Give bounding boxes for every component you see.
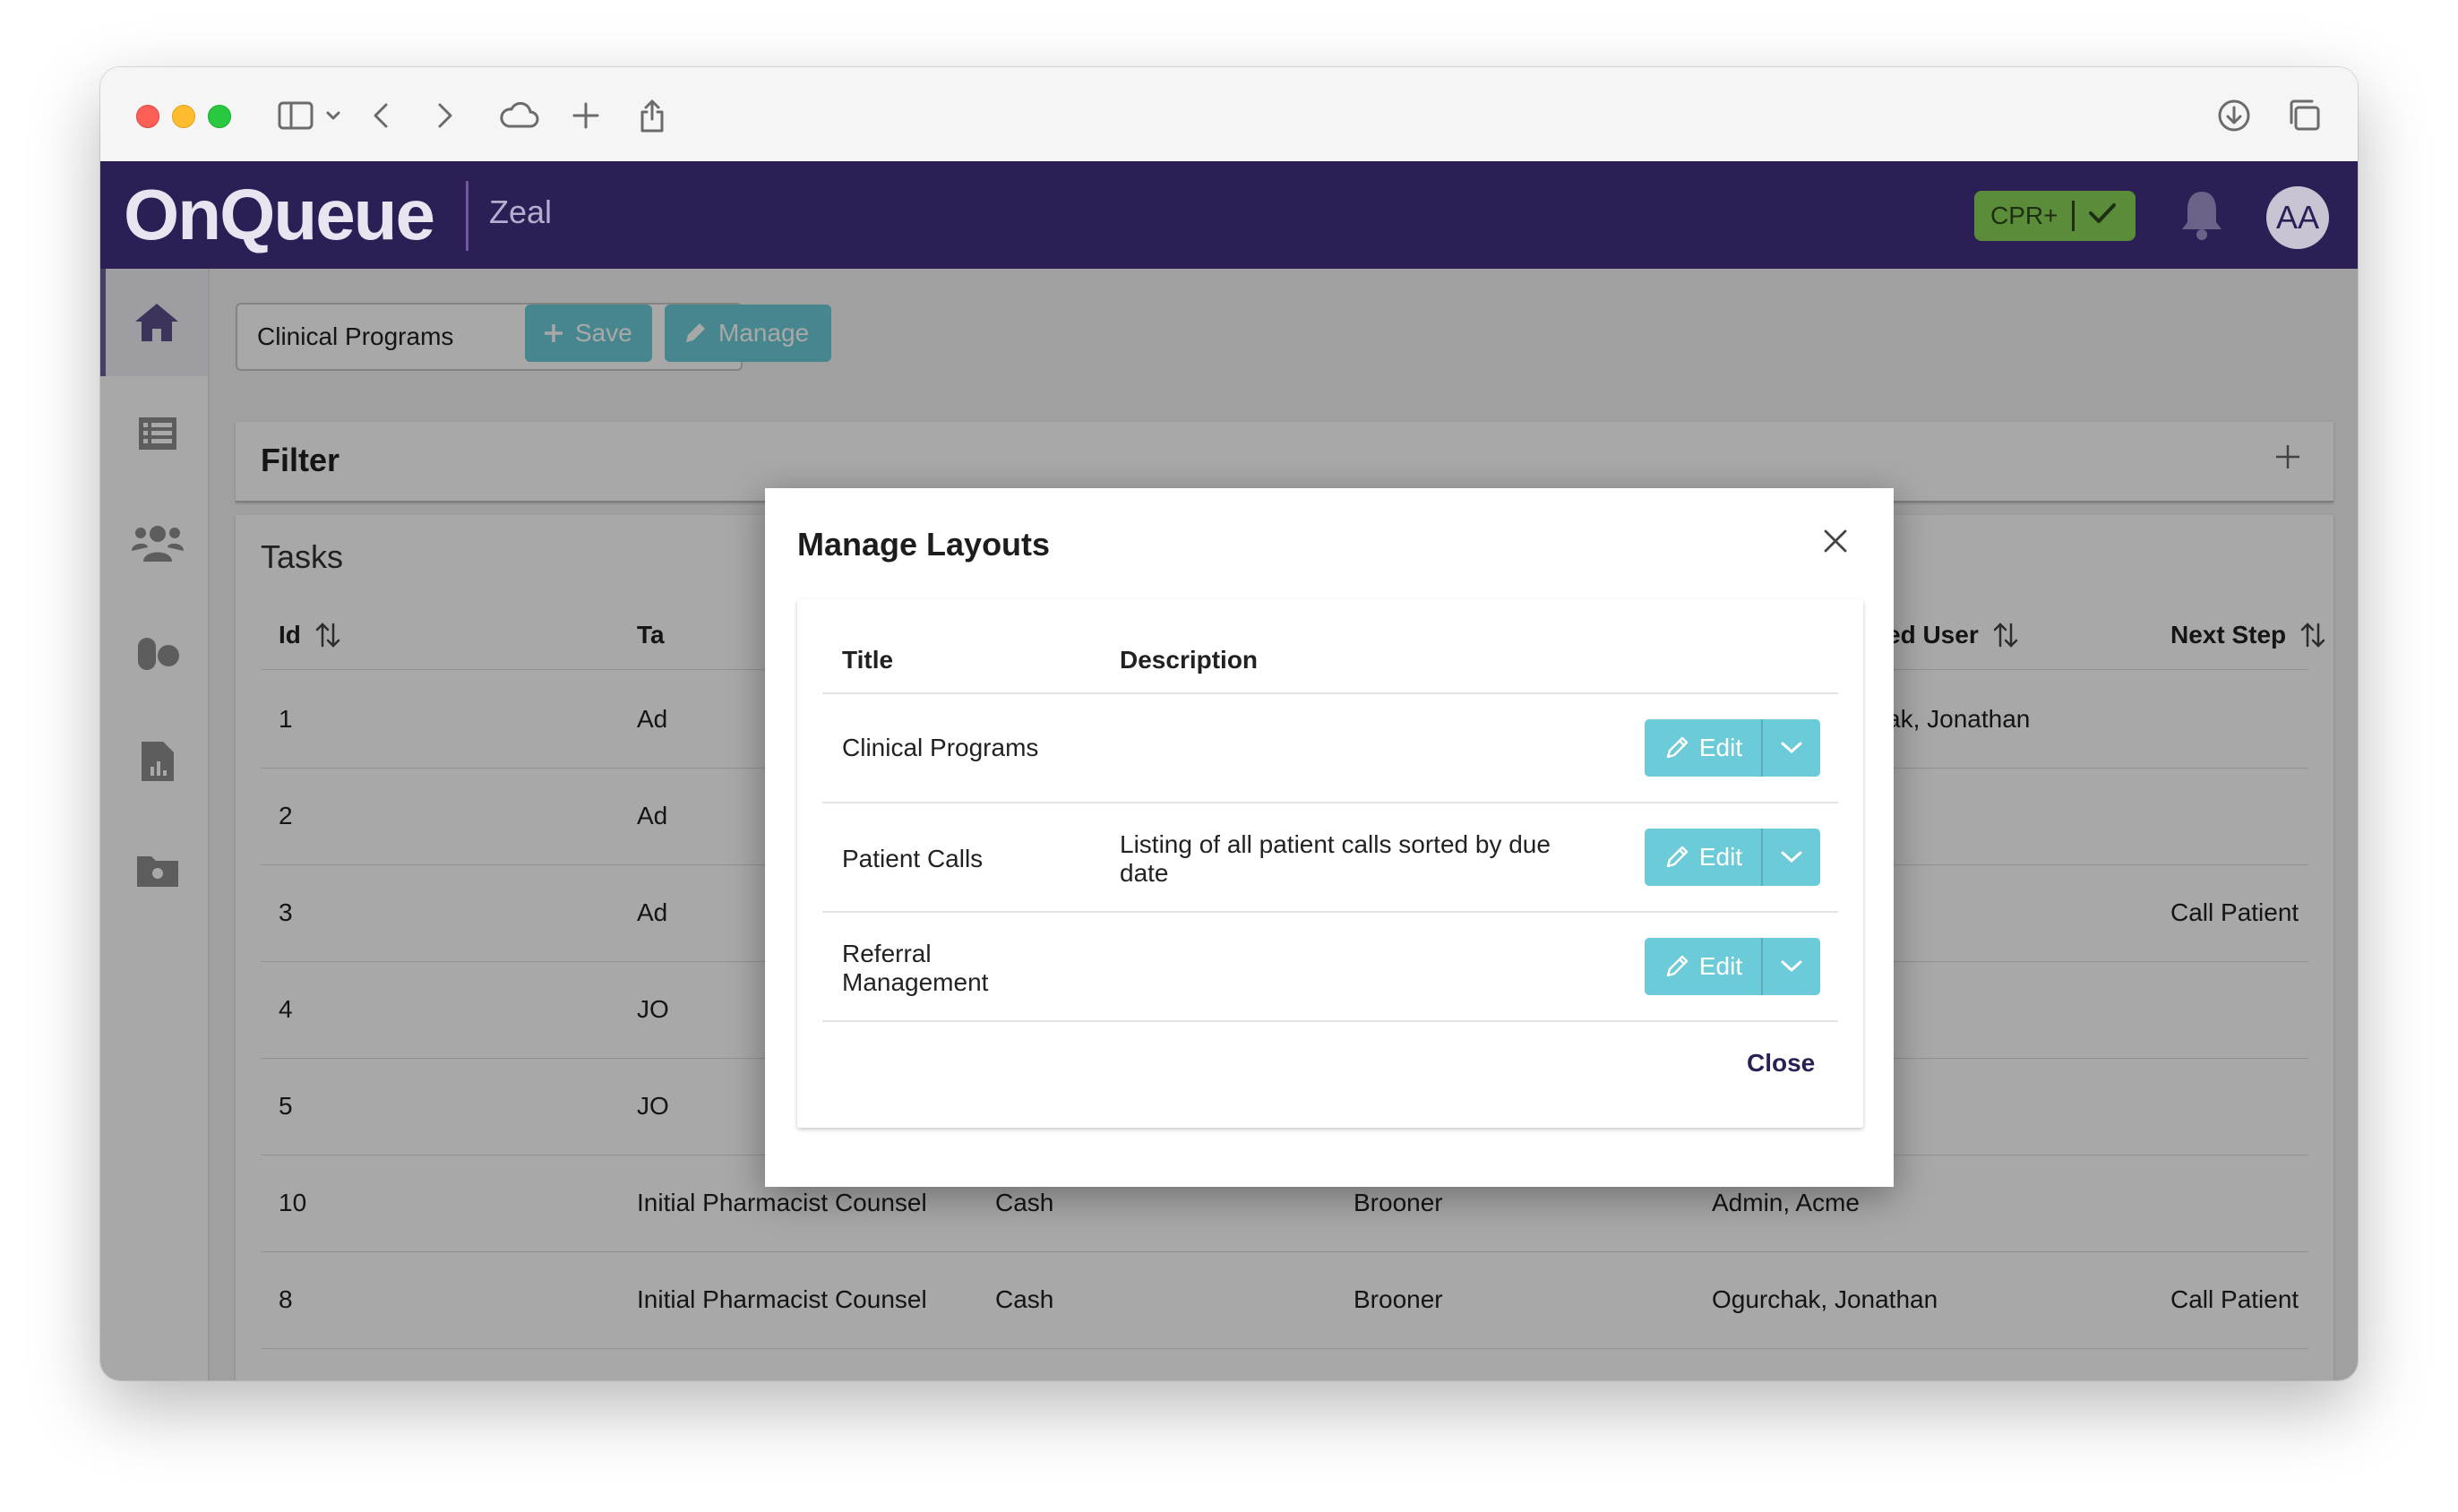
edit-button[interactable]: Edit <box>1645 829 1763 886</box>
chevron-down-icon <box>1781 960 1802 973</box>
table-divider <box>822 911 1838 913</box>
icloud-icon[interactable] <box>496 96 541 135</box>
check-icon <box>2087 201 2118 232</box>
layout-title: Clinical Programs <box>842 734 1039 761</box>
edit-split-button: Edit <box>1645 938 1820 995</box>
layout-title: Patient Calls <box>842 845 984 872</box>
back-icon[interactable] <box>367 96 394 135</box>
layout-description: Listing of all patient calls sorted by d… <box>1120 830 1551 887</box>
app-subtitle: Zeal <box>489 193 553 230</box>
edit-split-button: Edit <box>1645 829 1820 886</box>
edit-button[interactable]: Edit <box>1645 719 1763 777</box>
edit-label: Edit <box>1698 734 1743 761</box>
cpr-badge-button[interactable]: CPR+ <box>1974 191 2136 241</box>
browser-toolbar <box>100 67 2358 162</box>
logo-divider <box>466 181 468 251</box>
new-tab-icon[interactable] <box>570 96 602 135</box>
edit-split-button: Edit <box>1645 719 1820 777</box>
chevron-down-icon <box>1781 742 1802 754</box>
column-header-title: Title <box>842 646 894 674</box>
table-divider <box>822 802 1838 803</box>
tab-overview-icon[interactable] <box>2286 96 2322 135</box>
manage-layouts-dialog: Manage Layouts Title Description Clinica… <box>765 488 1894 1187</box>
table-divider <box>822 692 1838 694</box>
close-window-button[interactable] <box>136 105 159 128</box>
forward-icon[interactable] <box>432 96 459 135</box>
edit-label: Edit <box>1698 952 1743 980</box>
cpr-divider <box>2072 201 2076 231</box>
sidebar-toggle-icon[interactable] <box>276 96 315 135</box>
edit-menu-toggle[interactable] <box>1763 829 1820 886</box>
pencil-icon <box>1666 846 1689 868</box>
layouts-table: Title Description Clinical Programs Edit <box>797 599 1863 1128</box>
edit-menu-toggle[interactable] <box>1763 719 1820 777</box>
browser-window: OnQueue Zeal CPR+ AA Clinical Programs S… <box>100 67 2358 1380</box>
pencil-icon <box>1666 955 1689 977</box>
edit-label: Edit <box>1698 843 1743 871</box>
bell-icon[interactable] <box>2177 186 2227 248</box>
table-divider <box>822 1020 1838 1022</box>
edit-menu-toggle[interactable] <box>1763 938 1820 995</box>
share-icon[interactable] <box>636 96 668 135</box>
close-icon[interactable] <box>1822 528 1849 559</box>
column-header-description: Description <box>1120 646 1259 674</box>
cpr-label: CPR+ <box>1990 202 2058 229</box>
pencil-icon <box>1666 736 1689 759</box>
zoom-window-button[interactable] <box>208 105 231 128</box>
close-button[interactable]: Close <box>1747 1049 1815 1078</box>
chevron-down-icon <box>1781 851 1802 863</box>
dialog-title: Manage Layouts <box>797 526 1051 563</box>
edit-button[interactable]: Edit <box>1645 938 1763 995</box>
app-logo[interactable]: OnQueue <box>124 177 435 253</box>
layout-title: Referral Management <box>842 940 989 996</box>
app-header: OnQueue Zeal CPR+ AA <box>100 161 2358 269</box>
downloads-icon[interactable] <box>2216 96 2252 135</box>
avatar[interactable]: AA <box>2266 186 2329 249</box>
minimize-window-button[interactable] <box>172 105 195 128</box>
chevron-down-icon[interactable] <box>322 96 344 135</box>
